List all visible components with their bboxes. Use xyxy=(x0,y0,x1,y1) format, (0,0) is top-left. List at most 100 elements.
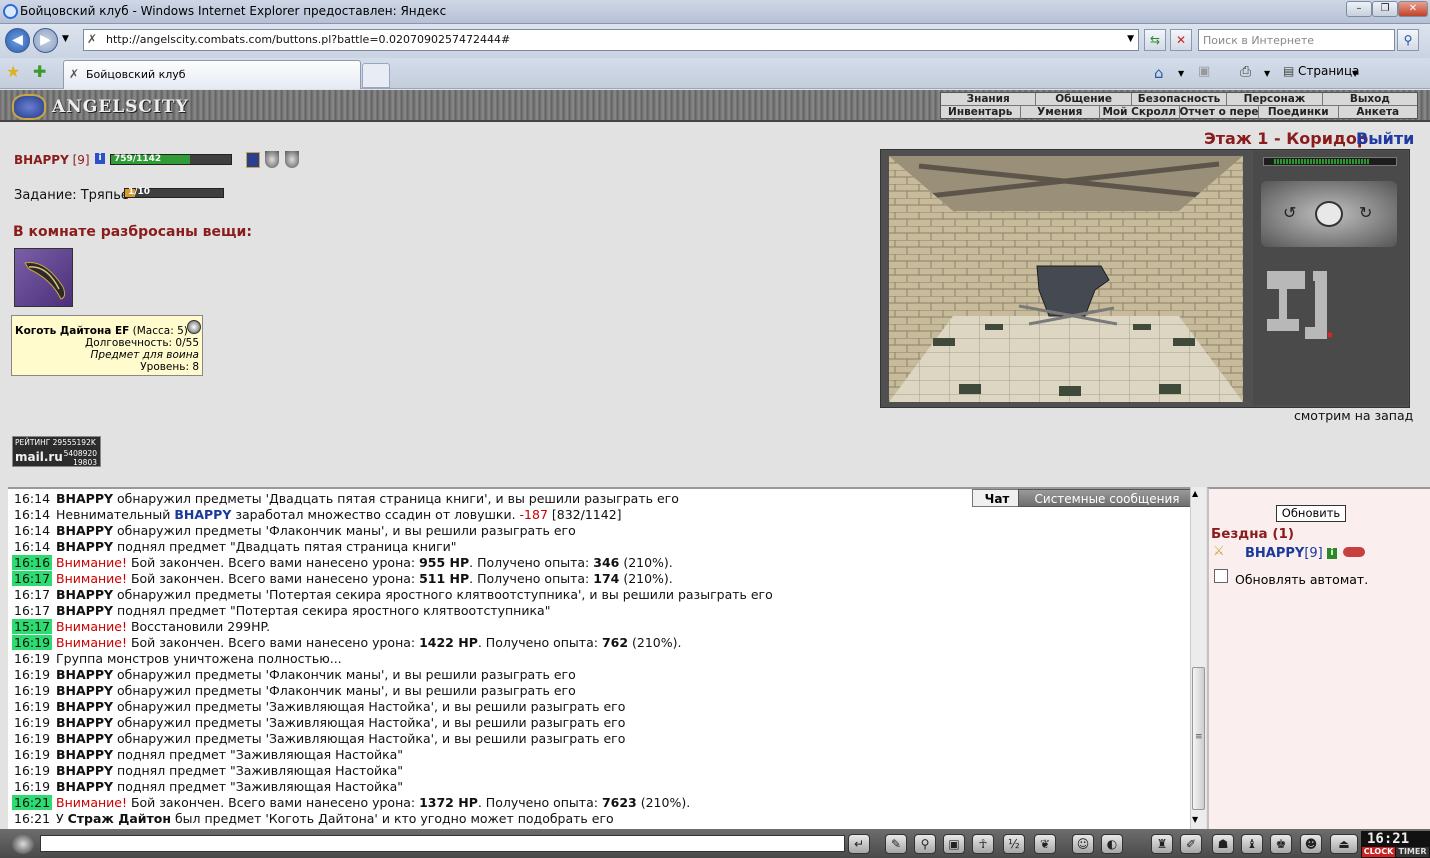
tab-game[interactable]: ✗ Бойцовский клуб xyxy=(63,60,361,89)
chat-input[interactable] xyxy=(40,835,845,852)
item-info-icon[interactable] xyxy=(187,320,201,334)
chat-time[interactable]: 16:14 xyxy=(12,507,52,522)
home-icon[interactable]: ⌂ xyxy=(1154,64,1164,82)
chat-time[interactable]: 16:19 xyxy=(12,747,52,762)
chat-nick[interactable]: BHAPPY xyxy=(56,779,113,794)
rating-counter[interactable]: РЕЙТИНГ 29555192K mail.ru 5408920 19803 xyxy=(12,436,101,467)
chat-nick[interactable]: 1372 HP xyxy=(419,795,478,810)
menu-top-3[interactable]: Персонаж xyxy=(1227,93,1323,105)
menu-bottom-3[interactable]: Отчет о переводах xyxy=(1180,106,1259,119)
menu-top-4[interactable]: Выход xyxy=(1323,93,1417,105)
menu-bottom-5[interactable]: Анкета xyxy=(1339,106,1418,119)
chat-time[interactable]: 16:21 xyxy=(12,795,53,810)
menu-bottom-2[interactable]: Мой Скролл xyxy=(1100,106,1180,119)
tab-chat[interactable]: Чат xyxy=(972,489,1022,507)
menu-top-0[interactable]: Знания xyxy=(941,93,1037,105)
smile-icon[interactable]: ☺ xyxy=(1072,834,1094,854)
chat-nick[interactable]: BHAPPY xyxy=(56,587,113,602)
chat-time[interactable]: 16:14 xyxy=(12,523,52,538)
chat-nick[interactable]: BHAPPY xyxy=(56,747,113,762)
menu-bottom-4[interactable]: Поединки xyxy=(1259,106,1339,119)
attack-icon[interactable]: ⚔ xyxy=(1213,544,1225,559)
chat-nick[interactable]: BHAPPY xyxy=(56,667,113,682)
menu-top-1[interactable]: Общение xyxy=(1036,93,1132,105)
feeds-icon[interactable]: ▣ xyxy=(1198,64,1210,79)
chat-nick[interactable]: BHAPPY xyxy=(174,507,231,522)
chat-time[interactable]: 16:17 xyxy=(12,571,53,586)
chat-nick[interactable]: 955 HP xyxy=(419,555,469,570)
send-icon[interactable]: ↵ xyxy=(848,834,870,854)
chat-time[interactable]: 16:21 xyxy=(12,811,52,826)
page-menu[interactable]: Страница xyxy=(1298,64,1360,78)
address-dropdown-icon[interactable]: ▼ xyxy=(1127,34,1134,44)
scroll-down-icon[interactable]: ▼ xyxy=(1192,815,1198,824)
potion-icon[interactable]: ♜ xyxy=(1151,834,1173,854)
minimize-icon[interactable]: – xyxy=(1346,1,1372,17)
chat-time[interactable]: 16:17 xyxy=(12,603,52,618)
player-info-icon[interactable]: i xyxy=(95,153,105,164)
exit-link[interactable]: Выйти xyxy=(1356,129,1414,148)
chat-nick[interactable]: BHAPPY xyxy=(56,715,113,730)
chat-nick[interactable]: BHAPPY xyxy=(56,491,113,506)
refresh-icon[interactable]: ⇆ xyxy=(1144,29,1166,51)
fraction-icon[interactable]: ½ xyxy=(1003,834,1025,854)
chat-time[interactable]: 16:19 xyxy=(12,763,52,778)
chat-nick[interactable]: 346 xyxy=(593,555,619,570)
chat-time[interactable]: 16:19 xyxy=(12,651,52,666)
home-dropdown-icon[interactable]: ▼ xyxy=(1178,69,1184,78)
save-log-icon[interactable]: ▣ xyxy=(943,834,965,854)
chat-time[interactable]: 16:19 xyxy=(12,667,52,682)
warrior-icon[interactable]: ☗ xyxy=(1212,834,1234,854)
auto-refresh-checkbox[interactable] xyxy=(1214,569,1228,583)
chat-time[interactable]: 15:17 xyxy=(12,619,53,634)
print-dropdown-icon[interactable]: ▼ xyxy=(1264,69,1270,78)
bag-icon[interactable]: ♝ xyxy=(1241,834,1263,854)
forward-button[interactable]: ▶ xyxy=(33,28,58,53)
online-user-name[interactable]: BHAPPY xyxy=(1245,546,1304,561)
stop-icon[interactable]: ✕ xyxy=(1170,29,1192,51)
chat-time[interactable]: 16:17 xyxy=(12,587,52,602)
dungeon-view[interactable] xyxy=(889,156,1243,402)
chat-nick[interactable]: 1422 HP xyxy=(419,635,478,650)
chat-nick[interactable]: BHAPPY xyxy=(56,539,113,554)
navigation-compass[interactable]: ↺ ↻ xyxy=(1261,181,1397,247)
exit-game-icon[interactable]: ⏏ xyxy=(1330,834,1358,854)
menu-bottom-1[interactable]: Умения xyxy=(1021,106,1100,119)
chat-time[interactable]: 16:19 xyxy=(12,635,53,650)
chat-time[interactable]: 16:19 xyxy=(12,715,52,730)
chat-nick[interactable]: BHAPPY xyxy=(56,523,113,538)
armor-icon[interactable]: ♚ xyxy=(1270,834,1292,854)
smile-menu-icon[interactable] xyxy=(12,834,34,854)
chat-time[interactable]: 16:19 xyxy=(12,683,52,698)
chat-time[interactable]: 16:16 xyxy=(12,555,53,570)
chat-nick[interactable]: BHAPPY xyxy=(56,731,113,746)
add-favorite-icon[interactable]: ✚ xyxy=(33,62,46,81)
leaf-icon[interactable]: ❦ xyxy=(1034,834,1056,854)
chat-nick[interactable]: BHAPPY xyxy=(56,683,113,698)
page-menu-dropdown-icon[interactable]: ▼ xyxy=(1352,69,1358,78)
maximize-icon[interactable]: ❐ xyxy=(1372,1,1398,17)
shield-icon[interactable] xyxy=(265,151,279,168)
chat-time[interactable]: 16:19 xyxy=(12,699,52,714)
scroll-thumb[interactable]: ≡ xyxy=(1192,667,1205,810)
turn-left-icon[interactable]: ↺ xyxy=(1283,203,1296,222)
turn-center-icon[interactable] xyxy=(1315,201,1343,227)
chat-time[interactable]: 16:14 xyxy=(12,491,52,506)
chat-time[interactable]: 16:14 xyxy=(12,539,52,554)
search-box[interactable]: Поиск в Интернете xyxy=(1198,29,1395,51)
eraser-icon[interactable]: ✎ xyxy=(885,834,907,854)
chat-nick[interactable]: Страж Дайтон xyxy=(68,811,171,826)
favorites-star-icon[interactable]: ★ xyxy=(6,62,20,81)
back-button[interactable]: ◀ xyxy=(5,28,30,53)
timer-label[interactable]: TIMER xyxy=(1396,847,1429,857)
address-bar[interactable]: ✗ http://angelscity.combats.com/buttons.… xyxy=(83,29,1139,51)
chat-time[interactable]: 16:19 xyxy=(12,731,52,746)
new-tab-button[interactable] xyxy=(362,63,390,88)
menu-bottom-0[interactable]: Инвентарь xyxy=(941,106,1021,119)
chat-nick[interactable]: BHAPPY xyxy=(56,763,113,778)
history-dropdown-icon[interactable]: ▼ xyxy=(62,34,69,44)
chat-nick[interactable]: 762 xyxy=(602,635,628,650)
friends-icon[interactable]: ☻ xyxy=(1300,834,1322,854)
print-icon[interactable]: ⎙ xyxy=(1240,64,1251,80)
tab-system-messages[interactable]: Системные сообщения xyxy=(1018,489,1196,507)
